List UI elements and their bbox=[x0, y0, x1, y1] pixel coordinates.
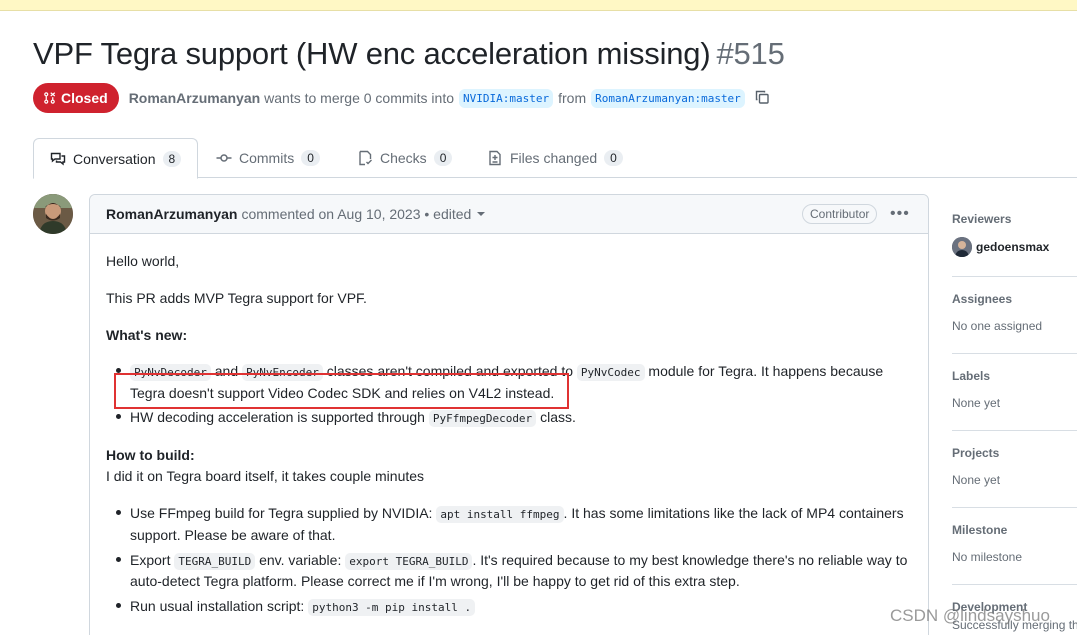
code-span: python3 -m pip install . bbox=[308, 599, 476, 616]
page-title: VPF Tegra support (HW enc acceleration m… bbox=[33, 36, 785, 72]
reviewer-avatar bbox=[952, 237, 972, 257]
reviewers-title: Reviewers bbox=[952, 212, 1012, 226]
tab-commits[interactable]: Commits 0 bbox=[216, 138, 320, 178]
comment-meta: commented on Aug 10, 2023 • edited bbox=[241, 206, 472, 222]
milestone-value: No milestone bbox=[952, 550, 1023, 564]
author-avatar[interactable] bbox=[33, 194, 73, 234]
projects-title: Projects bbox=[952, 446, 1000, 460]
code-span: PyNvCodec bbox=[576, 364, 645, 381]
pr-author-link[interactable]: RomanArzumanyan bbox=[129, 90, 260, 106]
divider bbox=[952, 276, 1077, 277]
tab-checks[interactable]: Checks 0 bbox=[357, 138, 453, 178]
list-item: Export TEGRA_BUILD env. variable: export… bbox=[130, 550, 907, 572]
bullet bbox=[116, 414, 121, 419]
comment-author[interactable]: RomanArzumanyan bbox=[106, 206, 237, 222]
list-text: . It has some limitations like the lack … bbox=[563, 505, 904, 521]
list-item: HW decoding acceleration is supported th… bbox=[130, 407, 576, 429]
tab-label: Conversation bbox=[73, 150, 156, 167]
assignees-title: Assignees bbox=[952, 292, 1013, 306]
assignees-section[interactable]: Assignees No one assigned bbox=[952, 292, 1077, 333]
base-branch[interactable]: NVIDIA:master bbox=[459, 88, 554, 108]
tab-count: 0 bbox=[433, 150, 453, 166]
head-branch[interactable]: RomanArzumanyan:master bbox=[591, 88, 745, 108]
tab-files-changed[interactable]: Files changed 0 bbox=[487, 138, 623, 178]
list-text: Run usual installation script: bbox=[130, 598, 305, 614]
tab-count: 0 bbox=[301, 150, 320, 166]
reviewers-section[interactable]: Reviewers gedoensmax bbox=[952, 212, 1077, 257]
copy-icon[interactable] bbox=[754, 89, 772, 107]
code-span: export TEGRA_BUILD bbox=[345, 553, 473, 570]
divider bbox=[952, 430, 1077, 431]
list-text: class. bbox=[540, 409, 576, 425]
divider bbox=[952, 584, 1077, 585]
chevron-down-icon[interactable] bbox=[477, 212, 486, 216]
pr-number: #515 bbox=[716, 36, 785, 71]
contributor-badge: Contributor bbox=[802, 204, 878, 224]
tab-count: 0 bbox=[604, 150, 623, 166]
list-item-continuation: support. Please be aware of that. bbox=[130, 527, 336, 543]
bullet bbox=[116, 557, 121, 562]
from-text: from bbox=[558, 90, 587, 106]
watermark-text: CSDN @lindsayshuo bbox=[890, 606, 1050, 625]
greeting-text: Hello world, bbox=[106, 253, 180, 269]
state-label: Closed bbox=[61, 90, 108, 106]
divider bbox=[952, 507, 1077, 508]
pr-tabs: Conversation 8 Commits 0 Checks 0 Files … bbox=[33, 138, 1077, 179]
bullet bbox=[116, 510, 121, 515]
labels-value: None yet bbox=[952, 396, 1001, 410]
tab-label: Commits bbox=[239, 150, 295, 166]
how-to-build-desc: I did it on Tegra board itself, it takes… bbox=[106, 468, 425, 484]
intro-text: This PR adds MVP Tegra support for VPF. bbox=[106, 290, 367, 306]
pr-description-comment: RomanArzumanyan commented on Aug 10, 202… bbox=[89, 194, 929, 635]
list-item-continuation: auto-detect Tegra platform. Please corre… bbox=[130, 573, 740, 589]
projects-value: None yet bbox=[952, 473, 1001, 487]
code-span: apt install ffmpeg bbox=[436, 506, 564, 523]
checklist-icon bbox=[359, 150, 372, 166]
kebab-menu-icon[interactable]: ••• bbox=[890, 205, 910, 223]
tab-label: Files changed bbox=[510, 150, 598, 166]
file-diff-icon bbox=[489, 150, 501, 166]
divider bbox=[952, 353, 1077, 354]
list-text: Export bbox=[130, 552, 171, 568]
list-text: . It's required because to my best knowl… bbox=[472, 552, 908, 568]
code-span: PyFfmpegDecoder bbox=[428, 410, 537, 427]
code-span: TEGRA_BUILD bbox=[174, 553, 256, 570]
reviewer-name: gedoensmax bbox=[976, 240, 1050, 254]
state-badge: Closed bbox=[33, 83, 119, 113]
labels-section[interactable]: Labels None yet bbox=[952, 369, 1077, 410]
milestone-title: Milestone bbox=[952, 523, 1008, 537]
reviewer-item[interactable]: gedoensmax bbox=[952, 237, 1077, 257]
assignees-value: No one assigned bbox=[952, 319, 1043, 333]
projects-section[interactable]: Projects None yet bbox=[952, 446, 1077, 487]
tab-count: 8 bbox=[162, 150, 182, 167]
list-item: Run usual installation script: python3 -… bbox=[130, 596, 476, 618]
whats-new-heading: What's new: bbox=[106, 327, 188, 343]
list-text: HW decoding acceleration is supported th… bbox=[130, 409, 425, 425]
comment-header: RomanArzumanyan commented on Aug 10, 202… bbox=[90, 195, 928, 234]
bullet bbox=[116, 603, 121, 608]
comment-discussion-icon bbox=[50, 152, 66, 165]
list-text: module for Tegra. It happens because bbox=[648, 363, 884, 379]
list-text: Use FFmpeg build for Tegra supplied by N… bbox=[130, 505, 433, 521]
list-item: Use FFmpeg build for Tegra supplied by N… bbox=[130, 503, 904, 525]
list-text: env. variable: bbox=[259, 552, 342, 568]
labels-title: Labels bbox=[952, 369, 991, 383]
merge-text: wants to merge 0 commits into bbox=[264, 90, 455, 106]
tab-conversation[interactable]: Conversation 8 bbox=[33, 138, 199, 179]
pull-request-closed-icon bbox=[44, 92, 56, 104]
tab-label: Checks bbox=[380, 150, 427, 166]
git-commit-icon bbox=[216, 154, 232, 162]
pr-title: VPF Tegra support (HW enc acceleration m… bbox=[33, 36, 711, 71]
milestone-section[interactable]: Milestone No milestone bbox=[952, 523, 1077, 564]
top-banner bbox=[0, 0, 1077, 11]
red-highlight-annotation bbox=[114, 373, 569, 409]
pr-state-row: Closed RomanArzumanyan wants to merge 0 … bbox=[33, 83, 772, 113]
how-to-build-heading: How to build: bbox=[106, 447, 195, 463]
